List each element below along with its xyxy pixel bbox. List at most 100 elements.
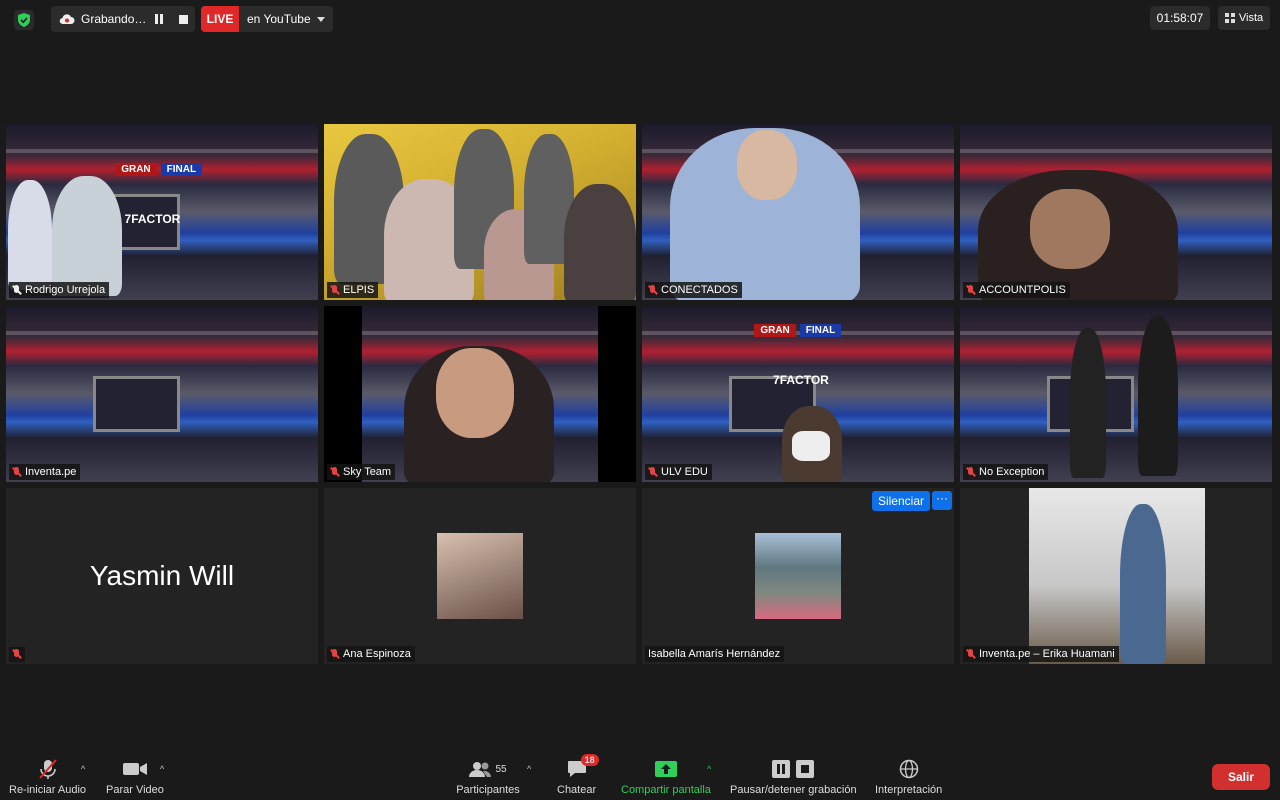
meeting-timer: 01:58:07 <box>1150 6 1210 30</box>
grid-view-icon <box>1224 13 1235 23</box>
share-options-chevron-icon[interactable]: ^ <box>707 764 711 774</box>
participant-face <box>1030 189 1110 269</box>
globe-icon <box>899 759 918 779</box>
video-label: Parar Video <box>106 784 164 796</box>
interpretation-button[interactable]: Interpretación <box>875 758 942 796</box>
participant-tile[interactable]: Inventa.pe – Erika Huamani <box>960 488 1272 664</box>
recording-indicator[interactable]: Grabando… <box>51 6 195 32</box>
muted-mic-icon <box>966 648 975 660</box>
participant-name-tag: ELPIS <box>327 282 379 298</box>
participant-tile[interactable]: CONECTADOS <box>642 124 954 300</box>
participant-name-tag: Inventa.pe <box>9 464 81 480</box>
participant-tile[interactable]: Inventa.pe <box>6 306 318 482</box>
meeting-toolbar: Re-iniciar Audio ^ Parar Video ^ 55 Part… <box>0 752 1280 800</box>
muted-mic-icon <box>12 649 21 660</box>
security-shield-icon[interactable] <box>14 10 34 30</box>
pause-icon <box>772 760 791 778</box>
muted-mic-icon <box>330 648 339 660</box>
chat-button[interactable]: 18 Chatear <box>557 754 599 796</box>
top-bar: Grabando… LIVE en YouTube 01:58:07 Vista <box>10 6 1270 32</box>
participant-video <box>8 180 52 290</box>
participants-options-chevron-icon[interactable]: ^ <box>527 764 531 774</box>
participant-name-tag: CONECTADOS <box>645 282 742 298</box>
participants-button[interactable]: 55 Participantes <box>454 758 522 796</box>
participant-name-tag: No Exception <box>963 464 1049 480</box>
muted-mic-icon <box>12 466 21 478</box>
participant-tile[interactable]: Sky Team <box>324 306 636 482</box>
more-options-button[interactable]: ··· <box>932 491 952 510</box>
participant-video <box>1138 316 1178 476</box>
leave-meeting-button[interactable]: Salir <box>1212 764 1270 790</box>
cloud-recording-icon <box>59 14 75 25</box>
avatar <box>437 533 523 619</box>
stop-icon <box>796 760 815 778</box>
chat-unread-badge: 18 <box>580 754 599 766</box>
muted-mic-icon <box>330 466 339 478</box>
live-destination: en YouTube <box>247 12 311 26</box>
pause-recording-icon[interactable] <box>155 14 165 24</box>
video-button[interactable]: Parar Video <box>106 758 164 796</box>
participant-display-name: Yasmin Will <box>89 560 235 591</box>
face-mask <box>792 431 830 461</box>
participant-face <box>436 348 514 438</box>
recording-controls-label: Pausar/detener grabación <box>730 784 857 796</box>
participant-video <box>564 184 636 300</box>
avatar <box>755 533 841 619</box>
participant-name-tag: Ana Espinoza <box>327 646 415 662</box>
muted-microphone-icon <box>38 759 57 779</box>
participant-video <box>52 176 122 296</box>
interpretation-label: Interpretación <box>875 784 943 796</box>
video-feed <box>1029 488 1205 664</box>
studio-logo: 7FACTOR <box>124 212 181 226</box>
muted-mic-icon <box>648 466 657 478</box>
studio-logo: 7FACTOR <box>773 372 829 387</box>
participant-face <box>737 130 797 200</box>
participant-name-tag: Inventa.pe – Erika Huamani <box>963 646 1119 662</box>
video-feed <box>6 306 318 482</box>
studio-banner: GRAN FINAL <box>115 162 203 176</box>
muted-mic-icon <box>966 466 975 478</box>
chat-label: Chatear <box>557 784 597 796</box>
participants-icon <box>469 762 492 777</box>
participant-tile[interactable]: Ana Espinoza <box>324 488 636 664</box>
view-button[interactable]: Vista <box>1218 6 1270 30</box>
participant-name-tag: Isabella Amarís Hernández <box>645 646 785 662</box>
stop-recording-icon[interactable] <box>179 14 188 24</box>
view-label: Vista <box>1238 12 1264 24</box>
participant-tile[interactable]: ACCOUNTPOLIS <box>960 124 1272 300</box>
participant-name-tag: ULV EDU <box>645 464 712 480</box>
studio-banner: GRAN FINAL <box>754 323 842 337</box>
participant-name-tag <box>9 647 25 662</box>
live-badge: LIVE <box>201 6 239 32</box>
muted-mic-icon <box>966 284 975 296</box>
share-screen-icon <box>654 761 677 777</box>
participant-video <box>1070 328 1106 478</box>
muted-mic-icon <box>648 284 657 296</box>
mute-participant-button[interactable]: Silenciar <box>871 491 930 511</box>
recording-controls-button[interactable]: Pausar/detener grabación <box>730 758 857 796</box>
livestream-indicator[interactable]: LIVE en YouTube <box>201 6 333 32</box>
participant-video <box>1120 504 1166 664</box>
audio-options-chevron-icon[interactable]: ^ <box>81 764 85 774</box>
participants-count: 55 <box>495 763 507 775</box>
participant-tile[interactable]: Silenciar ··· Isabella Amarís Hernández <box>642 488 954 664</box>
participants-label: Participantes <box>456 784 520 796</box>
participant-tile[interactable]: GRAN FINAL 7FACTOR ULV EDU <box>642 306 954 482</box>
chevron-down-icon[interactable] <box>317 16 325 22</box>
unmuted-mic-icon <box>12 284 21 296</box>
participant-tile[interactable]: ELPIS <box>324 124 636 300</box>
participant-name-tag: ACCOUNTPOLIS <box>963 282 1070 298</box>
participant-name-tag: Sky Team <box>327 464 396 480</box>
video-camera-icon <box>122 763 147 775</box>
muted-mic-icon <box>330 284 339 296</box>
participant-tile[interactable]: No Exception <box>960 306 1272 482</box>
participant-tile[interactable]: GRAN FINAL 7FACTOR Rodrigo Urrejola <box>6 124 318 300</box>
audio-label: Re-iniciar Audio <box>9 784 87 796</box>
share-screen-label: Compartir pantalla <box>621 784 711 796</box>
video-options-chevron-icon[interactable]: ^ <box>160 764 164 774</box>
audio-button[interactable]: Re-iniciar Audio <box>9 758 86 796</box>
share-screen-button[interactable]: Compartir pantalla <box>621 758 711 796</box>
participant-name-tag: Rodrigo Urrejola <box>9 282 110 298</box>
video-feed <box>960 306 1272 482</box>
participant-tile[interactable]: Yasmin Will <box>6 488 318 664</box>
